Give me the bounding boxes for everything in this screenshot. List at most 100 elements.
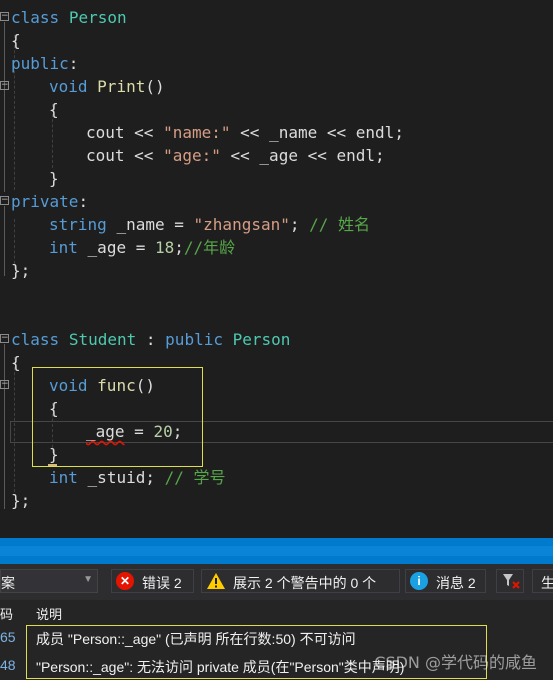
number-literal: 18 <box>155 238 175 257</box>
fold-line <box>4 22 5 192</box>
identifier: endl <box>336 146 376 165</box>
semicolon: ; <box>394 123 404 142</box>
class-name: Student <box>68 330 137 349</box>
messages-filter-label: 消息 2 <box>436 575 476 591</box>
errors-filter-button[interactable]: ✕ 错误 2 <box>111 569 194 593</box>
error-icon: ✕ <box>116 572 134 590</box>
errors-filter-label: 错误 2 <box>142 575 182 591</box>
operator: << <box>326 123 347 142</box>
brace: }; <box>11 491 31 510</box>
annotation-highlight-box <box>32 367 203 467</box>
operator: = <box>135 238 146 257</box>
type-name: string <box>49 215 107 234</box>
fold-toggle-icon[interactable]: − <box>0 12 9 21</box>
column-header-description[interactable]: 说明 <box>36 604 62 623</box>
column-header-code[interactable]: 码 <box>0 604 13 623</box>
keyword: void <box>49 77 88 96</box>
colon: : <box>78 192 89 211</box>
code-line: }; <box>11 259 30 282</box>
function-name: Print <box>97 77 146 96</box>
brace: { <box>11 31 21 50</box>
string-literal: "age:" <box>163 146 221 165</box>
code-line: class Person <box>11 6 127 29</box>
fold-toggle-icon[interactable]: − <box>0 380 9 389</box>
identifier: endl <box>355 123 395 142</box>
comment: // 学号 <box>164 468 226 487</box>
code-line: void Print() <box>49 75 165 98</box>
warnings-filter-label: 展示 2 个警告中的 0 个 <box>233 575 377 591</box>
keyword: class <box>11 330 60 349</box>
code-line: cout << "name:" << _name << endl; <box>86 121 404 144</box>
fold-toggle-icon[interactable]: − <box>0 81 9 90</box>
warning-icon <box>206 571 226 591</box>
identifier: cout <box>86 123 125 142</box>
status-bar-band <box>0 546 553 556</box>
string-literal: "zhangsan" <box>193 215 290 234</box>
code-line: cout << "age:" << _age << endl; <box>86 144 385 167</box>
identifier: _name <box>269 123 318 142</box>
brace: { <box>11 353 21 372</box>
fold-line <box>4 344 5 509</box>
code-line: int _stuid; // 学号 <box>49 466 226 489</box>
code-line: { <box>11 29 21 52</box>
error-code: 65 <box>0 629 16 645</box>
error-code: 48 <box>0 657 16 673</box>
keyword: int <box>49 238 78 257</box>
identifier: _age <box>259 146 298 165</box>
filter-options-button[interactable] <box>496 569 524 593</box>
code-line: }; <box>11 489 30 512</box>
code-line: int _age = 18;//年龄 <box>49 236 235 259</box>
scope-dropdown[interactable]: 案 ▼ <box>0 569 98 593</box>
operator: << <box>230 146 250 165</box>
class-name: Person <box>68 8 127 27</box>
build-scope-label: 生 <box>541 575 553 591</box>
operator: = <box>174 215 184 234</box>
keyword: class <box>11 8 60 27</box>
warnings-filter-button[interactable]: 展示 2 个警告中的 0 个 <box>201 569 400 593</box>
colon: : <box>68 54 79 73</box>
fold-toggle-icon[interactable]: − <box>0 334 9 343</box>
comment: // 姓名 <box>309 215 371 234</box>
build-scope-button[interactable]: 生 <box>532 569 553 593</box>
code-line: { <box>49 98 59 121</box>
error-list-header: 码 说明 <box>0 600 553 624</box>
fold-toggle-icon[interactable]: − <box>0 196 9 205</box>
keyword: int <box>49 468 78 487</box>
brace: } <box>49 169 59 188</box>
identifier: _name <box>116 215 165 234</box>
code-line: public: <box>11 52 78 75</box>
colon: : <box>145 330 156 349</box>
identifier: _stuid <box>87 468 146 487</box>
fold-line <box>4 206 5 276</box>
code-line: { <box>11 351 21 374</box>
messages-filter-button[interactable]: i 消息 2 <box>405 569 486 593</box>
watermark-text: CSDN @学代码的咸鱼 <box>374 653 537 672</box>
access-specifier: public <box>11 54 69 73</box>
identifier: cout <box>86 146 125 165</box>
error-list-toolbar: 案 ▼ ✕ 错误 2 展示 2 个警告中的 0 个 i 消息 2 生 <box>0 564 553 600</box>
code-line: } <box>49 167 59 190</box>
comment: //年龄 <box>183 238 236 257</box>
keyword: public <box>165 330 223 349</box>
identifier: _age <box>87 238 127 257</box>
code-editor[interactable]: − − − − − class Person { public: void Pr… <box>0 0 553 538</box>
semicolon: ; <box>145 468 155 487</box>
class-name: Person <box>232 330 291 349</box>
chevron-down-icon: ▼ <box>83 574 93 585</box>
semicolon: ; <box>375 146 385 165</box>
semicolon: ; <box>289 215 300 234</box>
access-specifier: private <box>11 192 79 211</box>
brace: }; <box>11 261 31 280</box>
code-line: string _name = "zhangsan"; // 姓名 <box>49 213 370 236</box>
code-line: private: <box>11 190 88 213</box>
operator: << <box>307 146 327 165</box>
info-icon: i <box>410 572 428 590</box>
brace: { <box>49 100 59 119</box>
string-literal: "name:" <box>163 123 231 142</box>
scope-dropdown-value: 案 <box>1 575 15 591</box>
status-bar <box>0 538 553 564</box>
operator: << <box>240 123 260 142</box>
parens: () <box>145 77 165 96</box>
operator: << <box>134 123 154 142</box>
code-line: class Student : public Person <box>11 328 290 351</box>
